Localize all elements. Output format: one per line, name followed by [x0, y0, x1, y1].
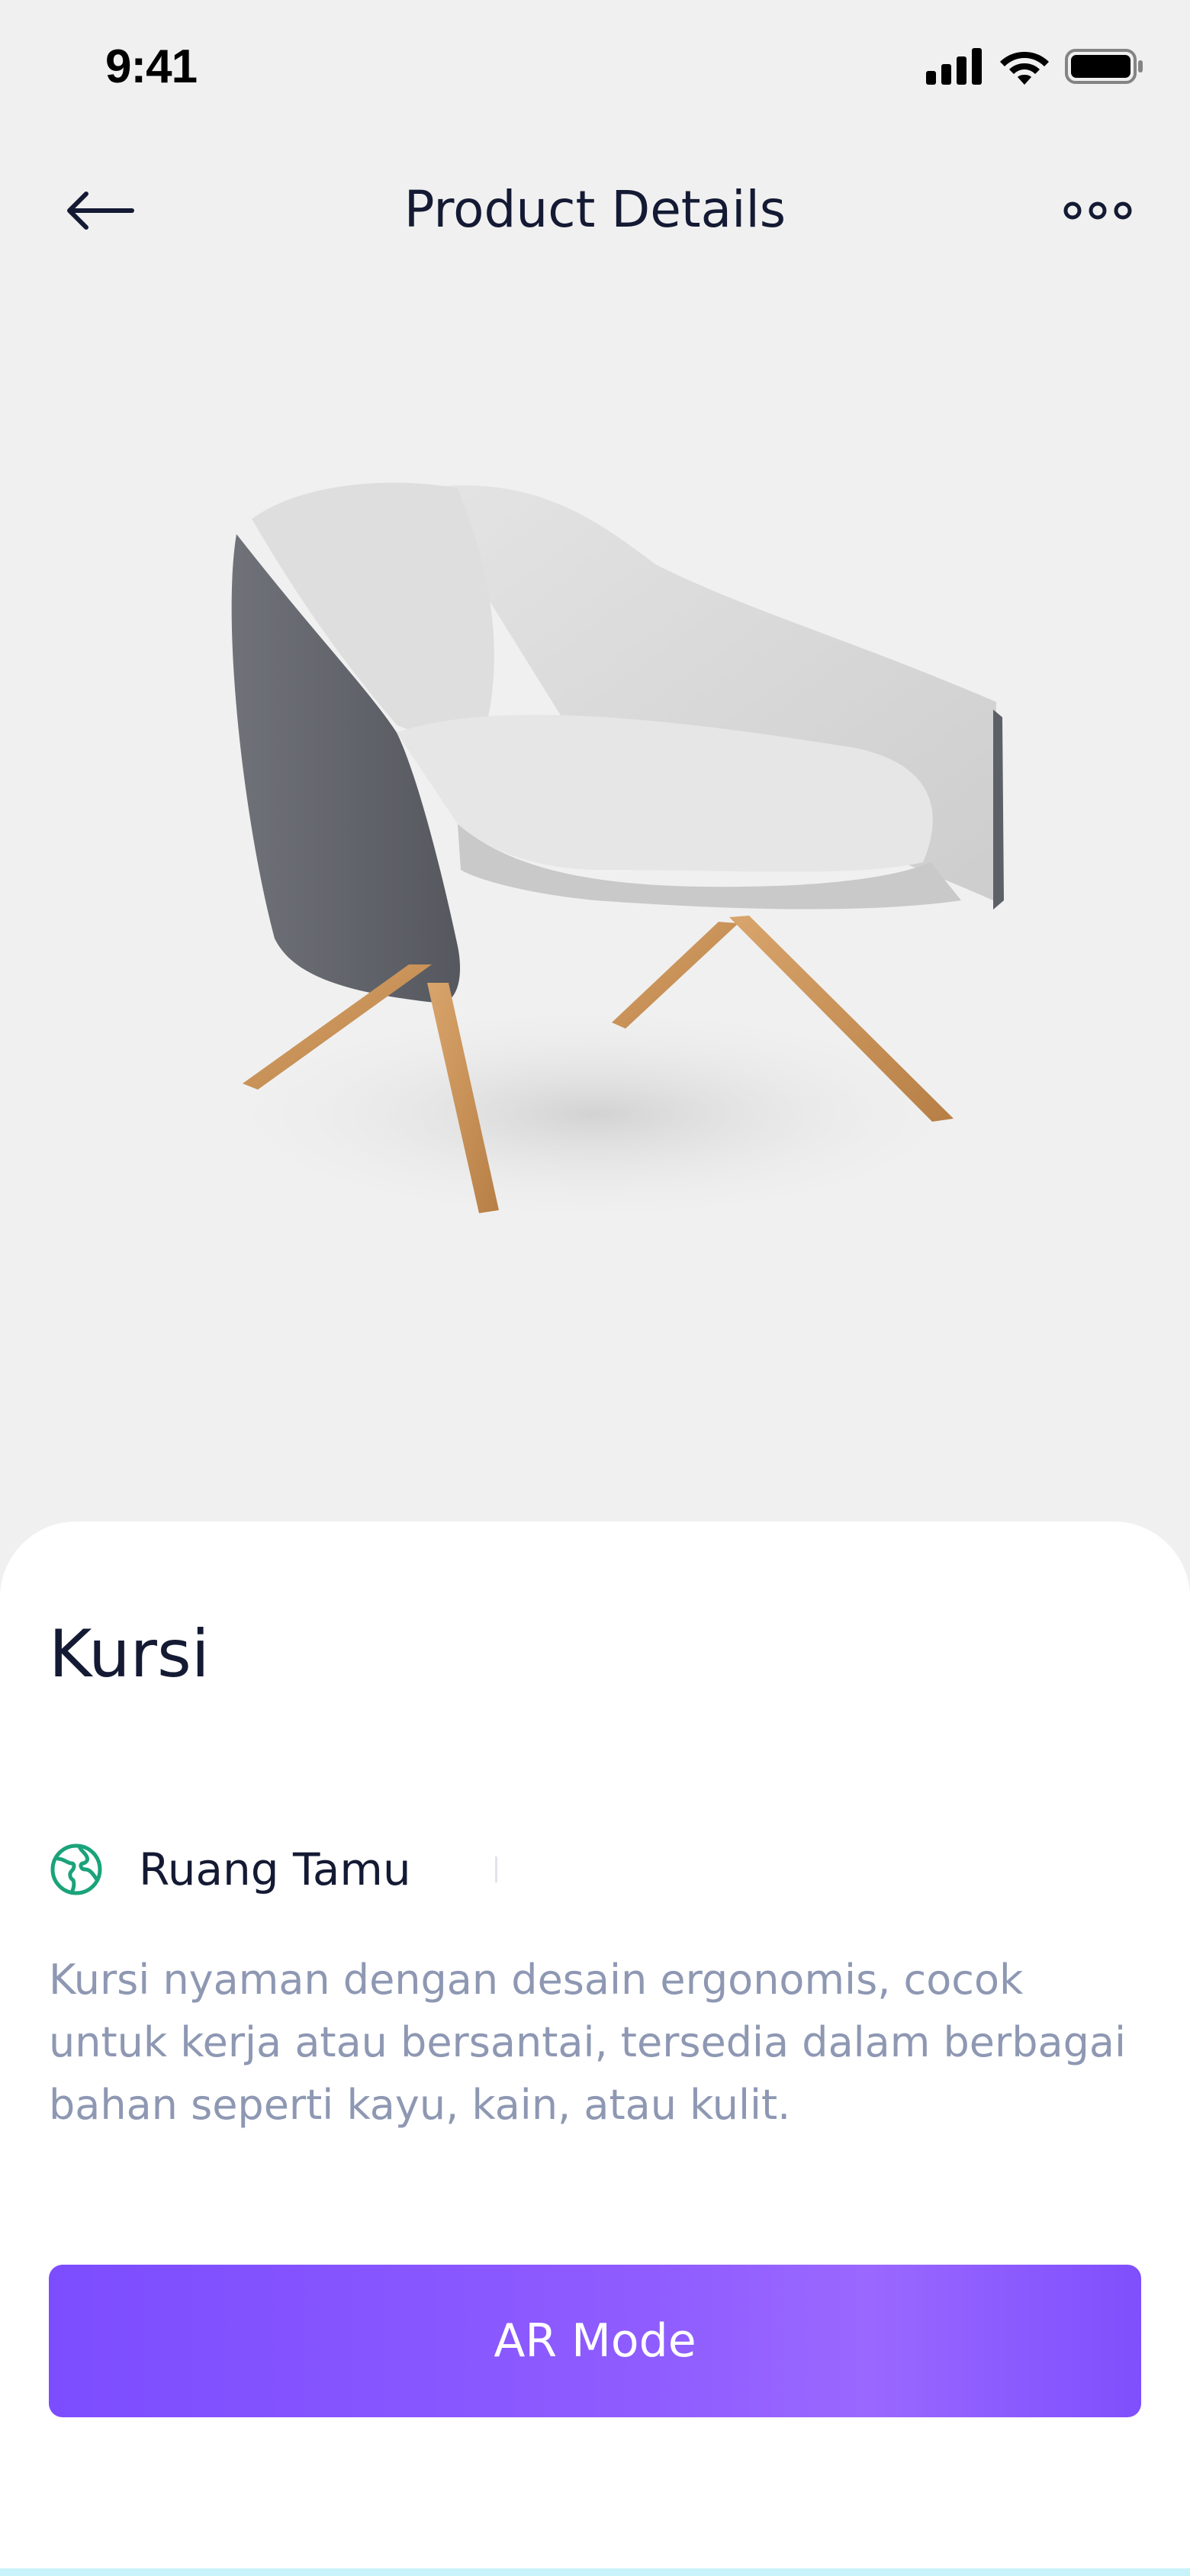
status-icons	[926, 47, 1144, 89]
product-details-screen: 9:41 Product Details Kursi Ruang Tamu Ku…	[0, 0, 1190, 2576]
armchair-image	[198, 482, 1004, 1228]
nav-bar: Product Details	[0, 153, 1190, 275]
ar-mode-button[interactable]: AR Mode	[49, 2265, 1141, 2417]
product-info-sheet: Kursi Ruang Tamu Kursi nyaman dengan des…	[0, 1521, 1190, 2576]
more-dots-icon	[1063, 201, 1132, 223]
status-bar: 9:41	[0, 0, 1190, 140]
globe-icon	[49, 1842, 104, 1897]
product-category: Ruang Tamu	[49, 1839, 497, 1900]
status-time: 9:41	[105, 40, 198, 93]
divider	[494, 1856, 497, 1882]
ar-mode-button-label: AR Mode	[494, 2314, 696, 2368]
product-image	[168, 412, 1083, 1328]
more-options-button[interactable]	[1056, 185, 1140, 240]
home-indicator-strip	[0, 2568, 1190, 2576]
category-label: Ruang Tamu	[139, 1843, 411, 1895]
product-name: Kursi	[49, 1616, 210, 1692]
product-description: Kursi nyaman dengan desain ergonomis, co…	[49, 1956, 1126, 2129]
cellular-signal-icon	[926, 48, 984, 88]
wifi-icon	[999, 47, 1050, 89]
battery-icon	[1065, 48, 1144, 88]
page-title: Product Details	[404, 180, 786, 239]
